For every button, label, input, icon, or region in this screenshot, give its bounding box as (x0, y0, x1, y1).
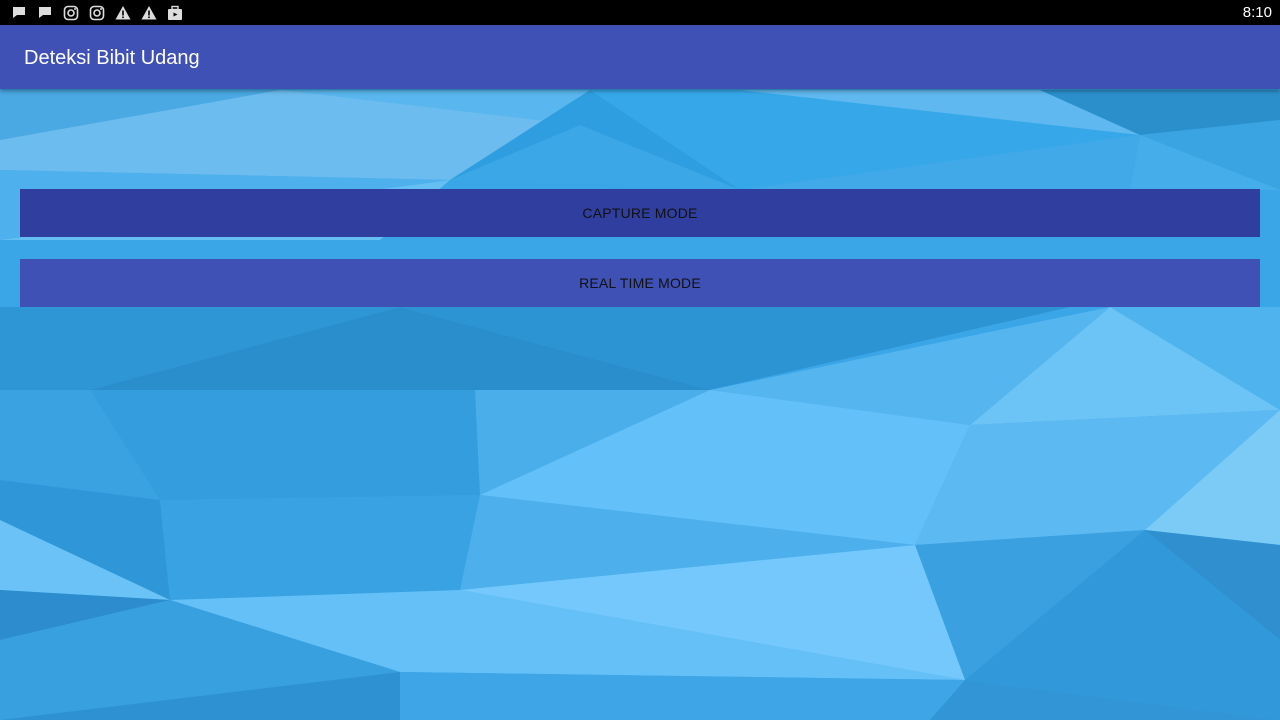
chat-bubble-icon (10, 4, 28, 22)
notification-icons (10, 3, 192, 22)
app-title: Deteksi Bibit Udang (24, 47, 200, 69)
instagram-icon (88, 4, 106, 22)
app-bar: Deteksi Bibit Udang (0, 25, 1280, 89)
instagram-icon (62, 4, 80, 22)
status-bar: 8:10 (0, 0, 1280, 25)
warning-icon (140, 4, 158, 22)
briefcase-icon (166, 4, 184, 22)
background-image (0, 0, 1280, 720)
chat-bubble-icon (36, 4, 54, 22)
status-time: 8:10 (1242, 4, 1272, 21)
real-time-mode-button[interactable]: REAL TIME MODE (20, 259, 1260, 307)
capture-mode-button[interactable]: CAPTURE MODE (20, 189, 1260, 237)
warning-icon (114, 4, 132, 22)
